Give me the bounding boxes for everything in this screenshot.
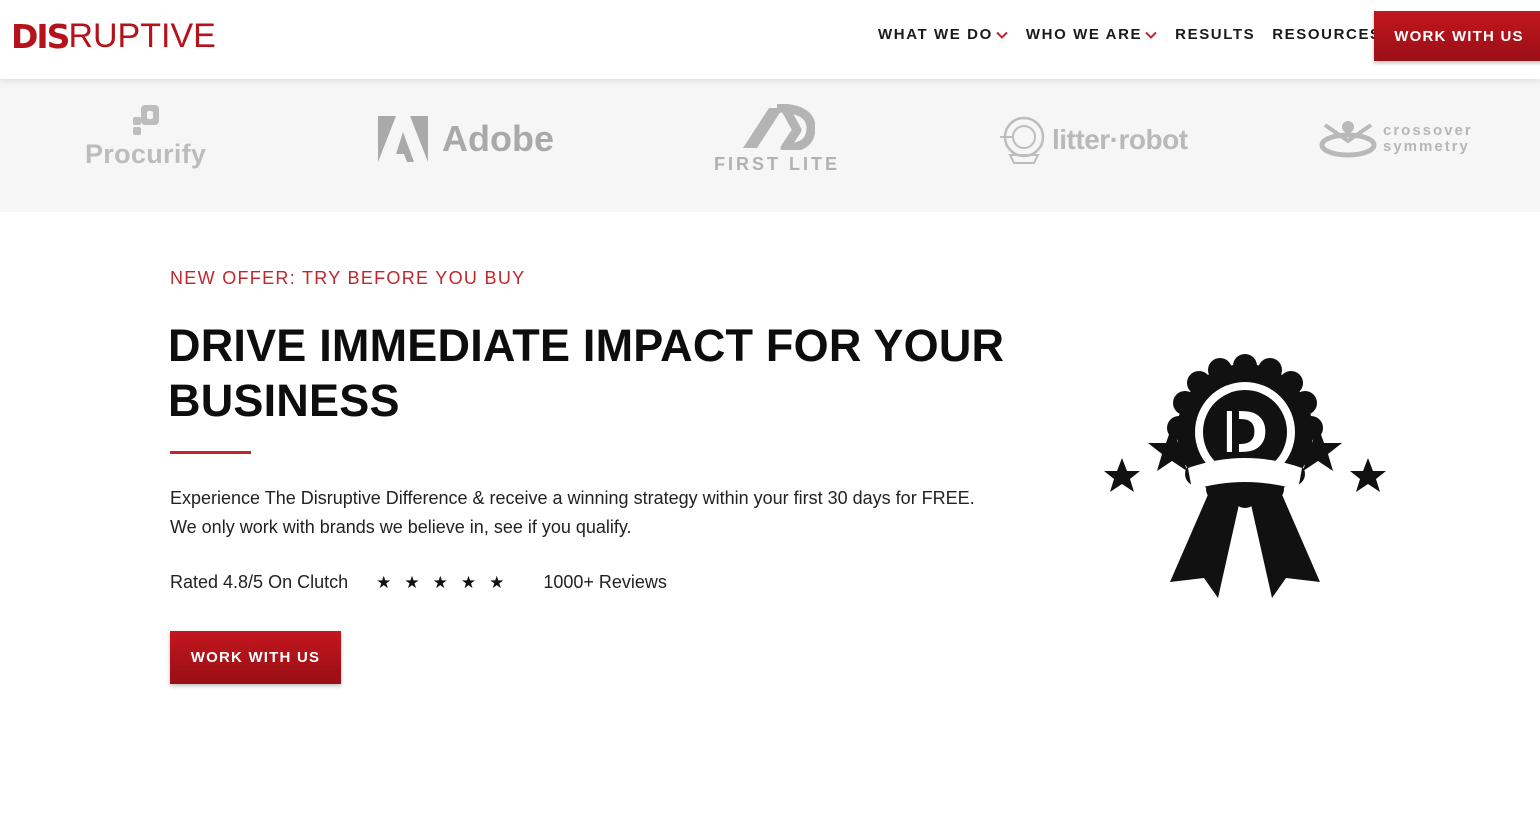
rating-text: Rated 4.8/5 On Clutch bbox=[170, 572, 349, 592]
chevron-down-icon bbox=[1145, 31, 1157, 39]
litter-robot-logo: litter·robot bbox=[998, 115, 1188, 165]
crossover-line-2: SYMMETRY bbox=[1383, 138, 1470, 155]
procurify-icon bbox=[132, 105, 159, 135]
accent-divider bbox=[170, 451, 251, 454]
adobe-logo: Adobe bbox=[378, 116, 554, 162]
first-lite-logo: FIRST LITE bbox=[714, 104, 840, 175]
site-header: DIS RUPTIVE WHAT WE DO WHO WE ARE RESULTS… bbox=[0, 0, 1540, 79]
procurify-logo: Procurify bbox=[85, 103, 206, 170]
crossover-symmetry-logo: CROSSOVER SYMMETRY bbox=[1319, 119, 1473, 159]
logo-part-2: RUPTIVE bbox=[68, 17, 216, 55]
litter-robot-icon bbox=[1000, 116, 1045, 164]
adobe-icon bbox=[378, 116, 428, 162]
nav-label: WHO WE ARE bbox=[1025, 26, 1143, 43]
nav-item-results[interactable]: RESULTS bbox=[1175, 26, 1255, 43]
crossover-symmetry-icon bbox=[1319, 121, 1377, 158]
nav-label: RESOURCES bbox=[1272, 26, 1382, 43]
first-lite-name: FIRST LITE bbox=[714, 154, 840, 174]
nav-item-what-we-do[interactable]: WHAT WE DO bbox=[878, 26, 1009, 43]
svg-text:D: D bbox=[1222, 401, 1268, 466]
description-line-2: We only work with brands we believe in, … bbox=[170, 517, 632, 537]
adobe-name: Adobe bbox=[442, 118, 554, 159]
description-line-1: Experience The Disruptive Difference & r… bbox=[170, 488, 975, 508]
clutch-rating: Rated 4.8/5 On Clutch ★★★★★ 1000+ Review… bbox=[170, 572, 667, 593]
chevron-down-icon bbox=[996, 31, 1008, 39]
crossover-symmetry-name: CROSSOVER SYMMETRY bbox=[1383, 123, 1473, 155]
hero-headline: DRIVE IMMEDIATE IMPACT FOR YOUR BUSINESS bbox=[168, 318, 1048, 428]
award-ribbon-icon: D bbox=[1104, 354, 1386, 598]
main-nav: WHAT WE DO WHO WE ARE RESULTS RESOURCES bbox=[878, 26, 1415, 43]
nav-label: RESULTS bbox=[1175, 26, 1256, 43]
client-logo-strip: Procurify Adobe FIRST LITE litter·robot bbox=[0, 79, 1540, 212]
reviews-count: 1000+ Reviews bbox=[543, 572, 667, 592]
first-lite-icon bbox=[743, 104, 815, 150]
nav-item-who-we-are[interactable]: WHO WE ARE bbox=[1026, 26, 1158, 43]
disruptive-logo[interactable]: DIS RUPTIVE bbox=[11, 18, 216, 54]
headline-line-1: DRIVE IMMEDIATE IMPACT FOR YOUR bbox=[168, 320, 1005, 371]
header-work-with-us-button[interactable]: WORK WITH US bbox=[1374, 11, 1540, 61]
hero-work-with-us-button[interactable]: WORK WITH US bbox=[170, 631, 341, 684]
offer-eyebrow: NEW OFFER: TRY BEFORE YOU BUY bbox=[170, 268, 526, 288]
hero-description: Experience The Disruptive Difference & r… bbox=[170, 484, 1030, 542]
logo-part-1: DIS bbox=[11, 16, 70, 56]
nav-label: WHAT WE DO bbox=[878, 26, 993, 43]
procurify-name: Procurify bbox=[85, 139, 207, 169]
star-rating-icons: ★★★★★ bbox=[376, 572, 518, 592]
headline-line-2: BUSINESS bbox=[168, 375, 400, 426]
litter-robot-name: litter·robot bbox=[1052, 124, 1188, 155]
crossover-line-1: CROSSOVER bbox=[1383, 122, 1473, 139]
